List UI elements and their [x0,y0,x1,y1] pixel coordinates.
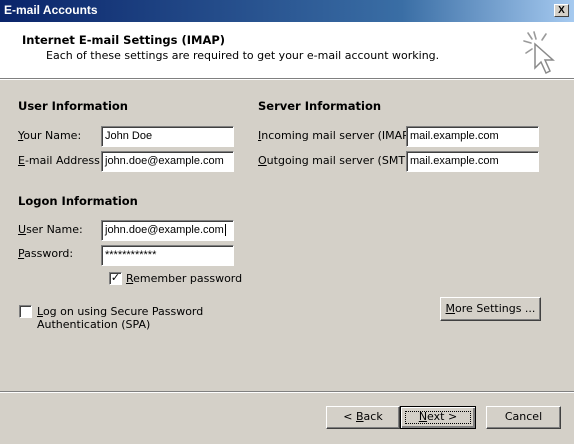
email-accesskey: E [18,154,25,167]
password-label: Password: [18,247,73,260]
remember-label-text: emember password [133,272,243,285]
outgoing-label-text: utgoing mail server (SMTP): [266,154,420,167]
wizard-arrow-icon [523,31,555,75]
window-title: E-mail Accounts [4,3,98,17]
user-name-value: john.doe@example.com [105,224,224,236]
your-name-label-text: our Name: [23,129,82,142]
cancel-button[interactable]: Cancel [486,406,561,429]
user-name-label: User Name: [18,223,83,236]
email-address-field[interactable]: john.doe@example.com [101,151,234,172]
header-separator [0,79,574,80]
back-button[interactable]: < Back [326,406,400,429]
remember-password-label[interactable]: Remember password [126,272,242,285]
back-label: ack [363,410,383,423]
user-name-accesskey: U [18,223,27,236]
footer-separator-highlight [0,392,574,393]
spa-checkbox[interactable] [19,305,32,318]
user-name-label-text: ser Name: [26,223,83,236]
title-bar[interactable]: E-mail Accounts X [0,0,574,22]
focus-rect [405,411,471,424]
next-button[interactable]: Next > [400,406,476,429]
incoming-label-text: ncoming mail server (IMAP): [261,129,417,142]
email-label-text: -mail Address: [24,154,104,167]
spa-label-line1: Log on using Secure Password [37,305,203,318]
password-label-text: assword: [24,247,74,260]
page-subtitle: Each of these settings are required to g… [46,49,440,62]
incoming-server-field[interactable]: mail.example.com [406,126,539,147]
your-name-field[interactable]: John Doe [101,126,234,147]
more-settings-button[interactable]: More Settings ... [440,297,541,321]
outgoing-accesskey: O [258,154,267,167]
logon-info-heading: Logon Information [18,194,138,208]
page-title: Internet E-mail Settings (IMAP) [22,33,226,47]
user-name-field[interactable]: john.doe@example.com [101,220,234,241]
spa-label-line2: Authentication (SPA) [37,318,151,331]
server-info-heading: Server Information [258,99,382,113]
outgoing-server-label: Outgoing mail server (SMTP): [258,154,420,167]
outgoing-server-field[interactable]: mail.example.com [406,151,539,172]
text-cursor [224,224,226,237]
spa-label-text: og on using Secure Password [42,305,204,318]
remember-password-checkbox[interactable]: ✓ [109,272,122,285]
spa-label[interactable]: Log on using Secure Password Authenticat… [37,305,203,331]
user-info-heading: User Information [18,99,128,113]
checkmark-icon: ✓ [110,271,121,284]
close-button[interactable]: X [554,4,569,17]
back-accesskey: B [356,410,364,423]
back-arrow: < [343,410,356,423]
more-settings-label: ore Settings ... [455,302,536,315]
incoming-server-label: Incoming mail server (IMAP): [258,129,417,142]
your-name-label: Your Name: [18,129,81,142]
close-icon: X [558,5,565,16]
more-settings-accesskey: M [445,302,456,315]
password-field[interactable]: ************ [101,245,234,266]
email-address-label: E-mail Address: [18,154,104,167]
wizard-header: Internet E-mail Settings (IMAP) Each of … [0,22,574,79]
